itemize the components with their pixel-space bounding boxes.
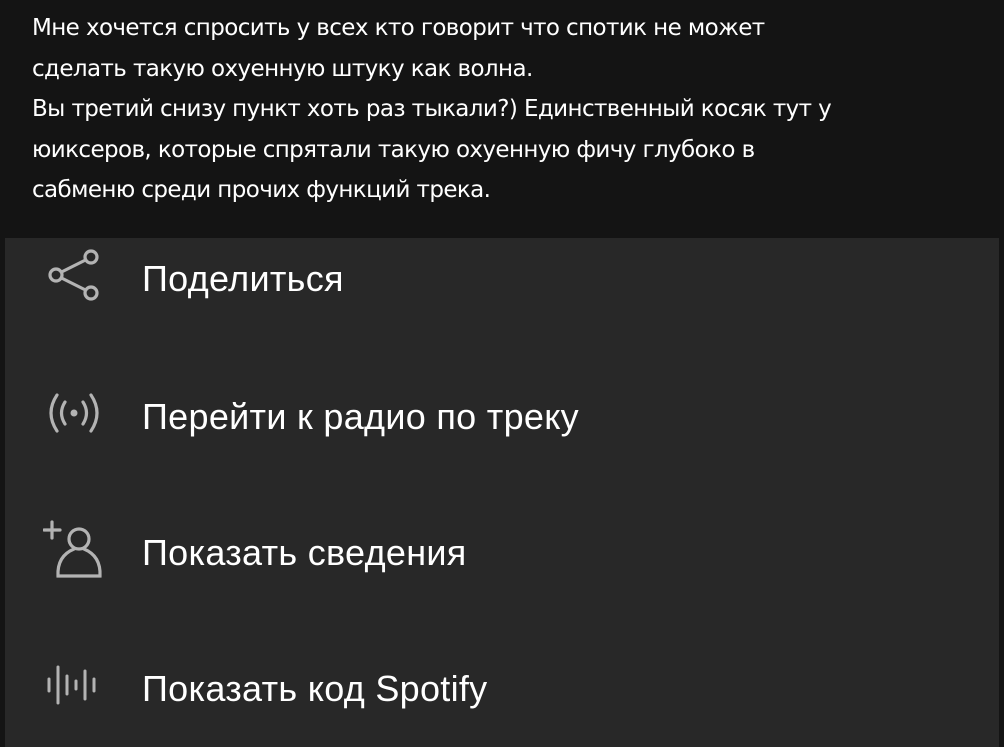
menu-item-show-spotify-code[interactable]: Показать код Spotify [5,630,999,740]
screenshot-root: Мне хочется спросить у всех кто говорит … [0,0,1004,747]
menu-item-label: Показать сведения [142,532,467,573]
track-context-menu: Поделиться Перейти к радио по треку Пока… [5,238,999,747]
comment-line: юиксеров, которые спрятали такую охуенну… [32,136,755,163]
menu-item-label: Показать код Spotify [142,668,488,709]
share-icon [48,249,99,301]
menu-item-go-to-radio[interactable]: Перейти к радио по треку [5,358,999,468]
menu-item-show-credits[interactable]: Показать сведения [5,494,999,604]
comment-line: Вы третий снизу пункт хоть раз тыкали?) … [32,96,832,122]
radio-icon [49,393,99,433]
menu-item-label: Перейти к радио по треку [142,396,579,437]
comment-text-block: Мне хочется спросить у всех кто говорит … [0,0,1004,238]
spotify-code-icon [47,665,96,705]
comment-line: сделать такую охуенную штуку как волна. [32,55,533,82]
comment-line: сабменю среди прочих функций трека. [32,177,491,203]
menu-item-label: Поделиться [142,258,344,299]
menu-item-share[interactable]: Поделиться [5,220,999,330]
comment-line: Мне хочется спросить у всех кто говорит … [32,15,765,41]
add-person-icon [43,520,102,578]
